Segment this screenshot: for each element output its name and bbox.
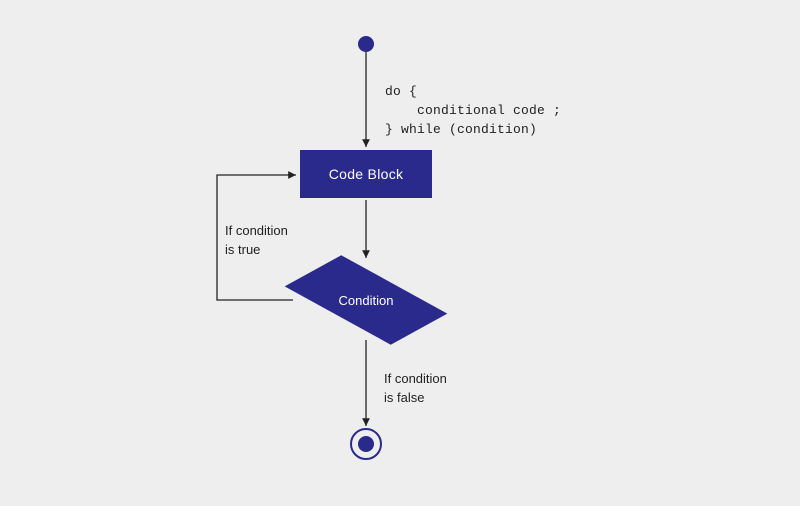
code-snippet-annotation: do { conditional code ; } while (conditi…	[385, 83, 561, 140]
code-block-node: Code Block	[300, 150, 432, 198]
condition-node: Condition	[291, 260, 441, 340]
condition-label: Condition	[291, 260, 441, 340]
end-node	[350, 428, 382, 460]
start-node	[358, 36, 374, 52]
false-branch-label: If condition is false	[384, 370, 447, 408]
code-block-label: Code Block	[329, 166, 404, 182]
flowchart-arrows	[0, 0, 800, 506]
true-branch-label: If condition is true	[225, 222, 288, 260]
flowchart-canvas: do { conditional code ; } while (conditi…	[0, 0, 800, 506]
